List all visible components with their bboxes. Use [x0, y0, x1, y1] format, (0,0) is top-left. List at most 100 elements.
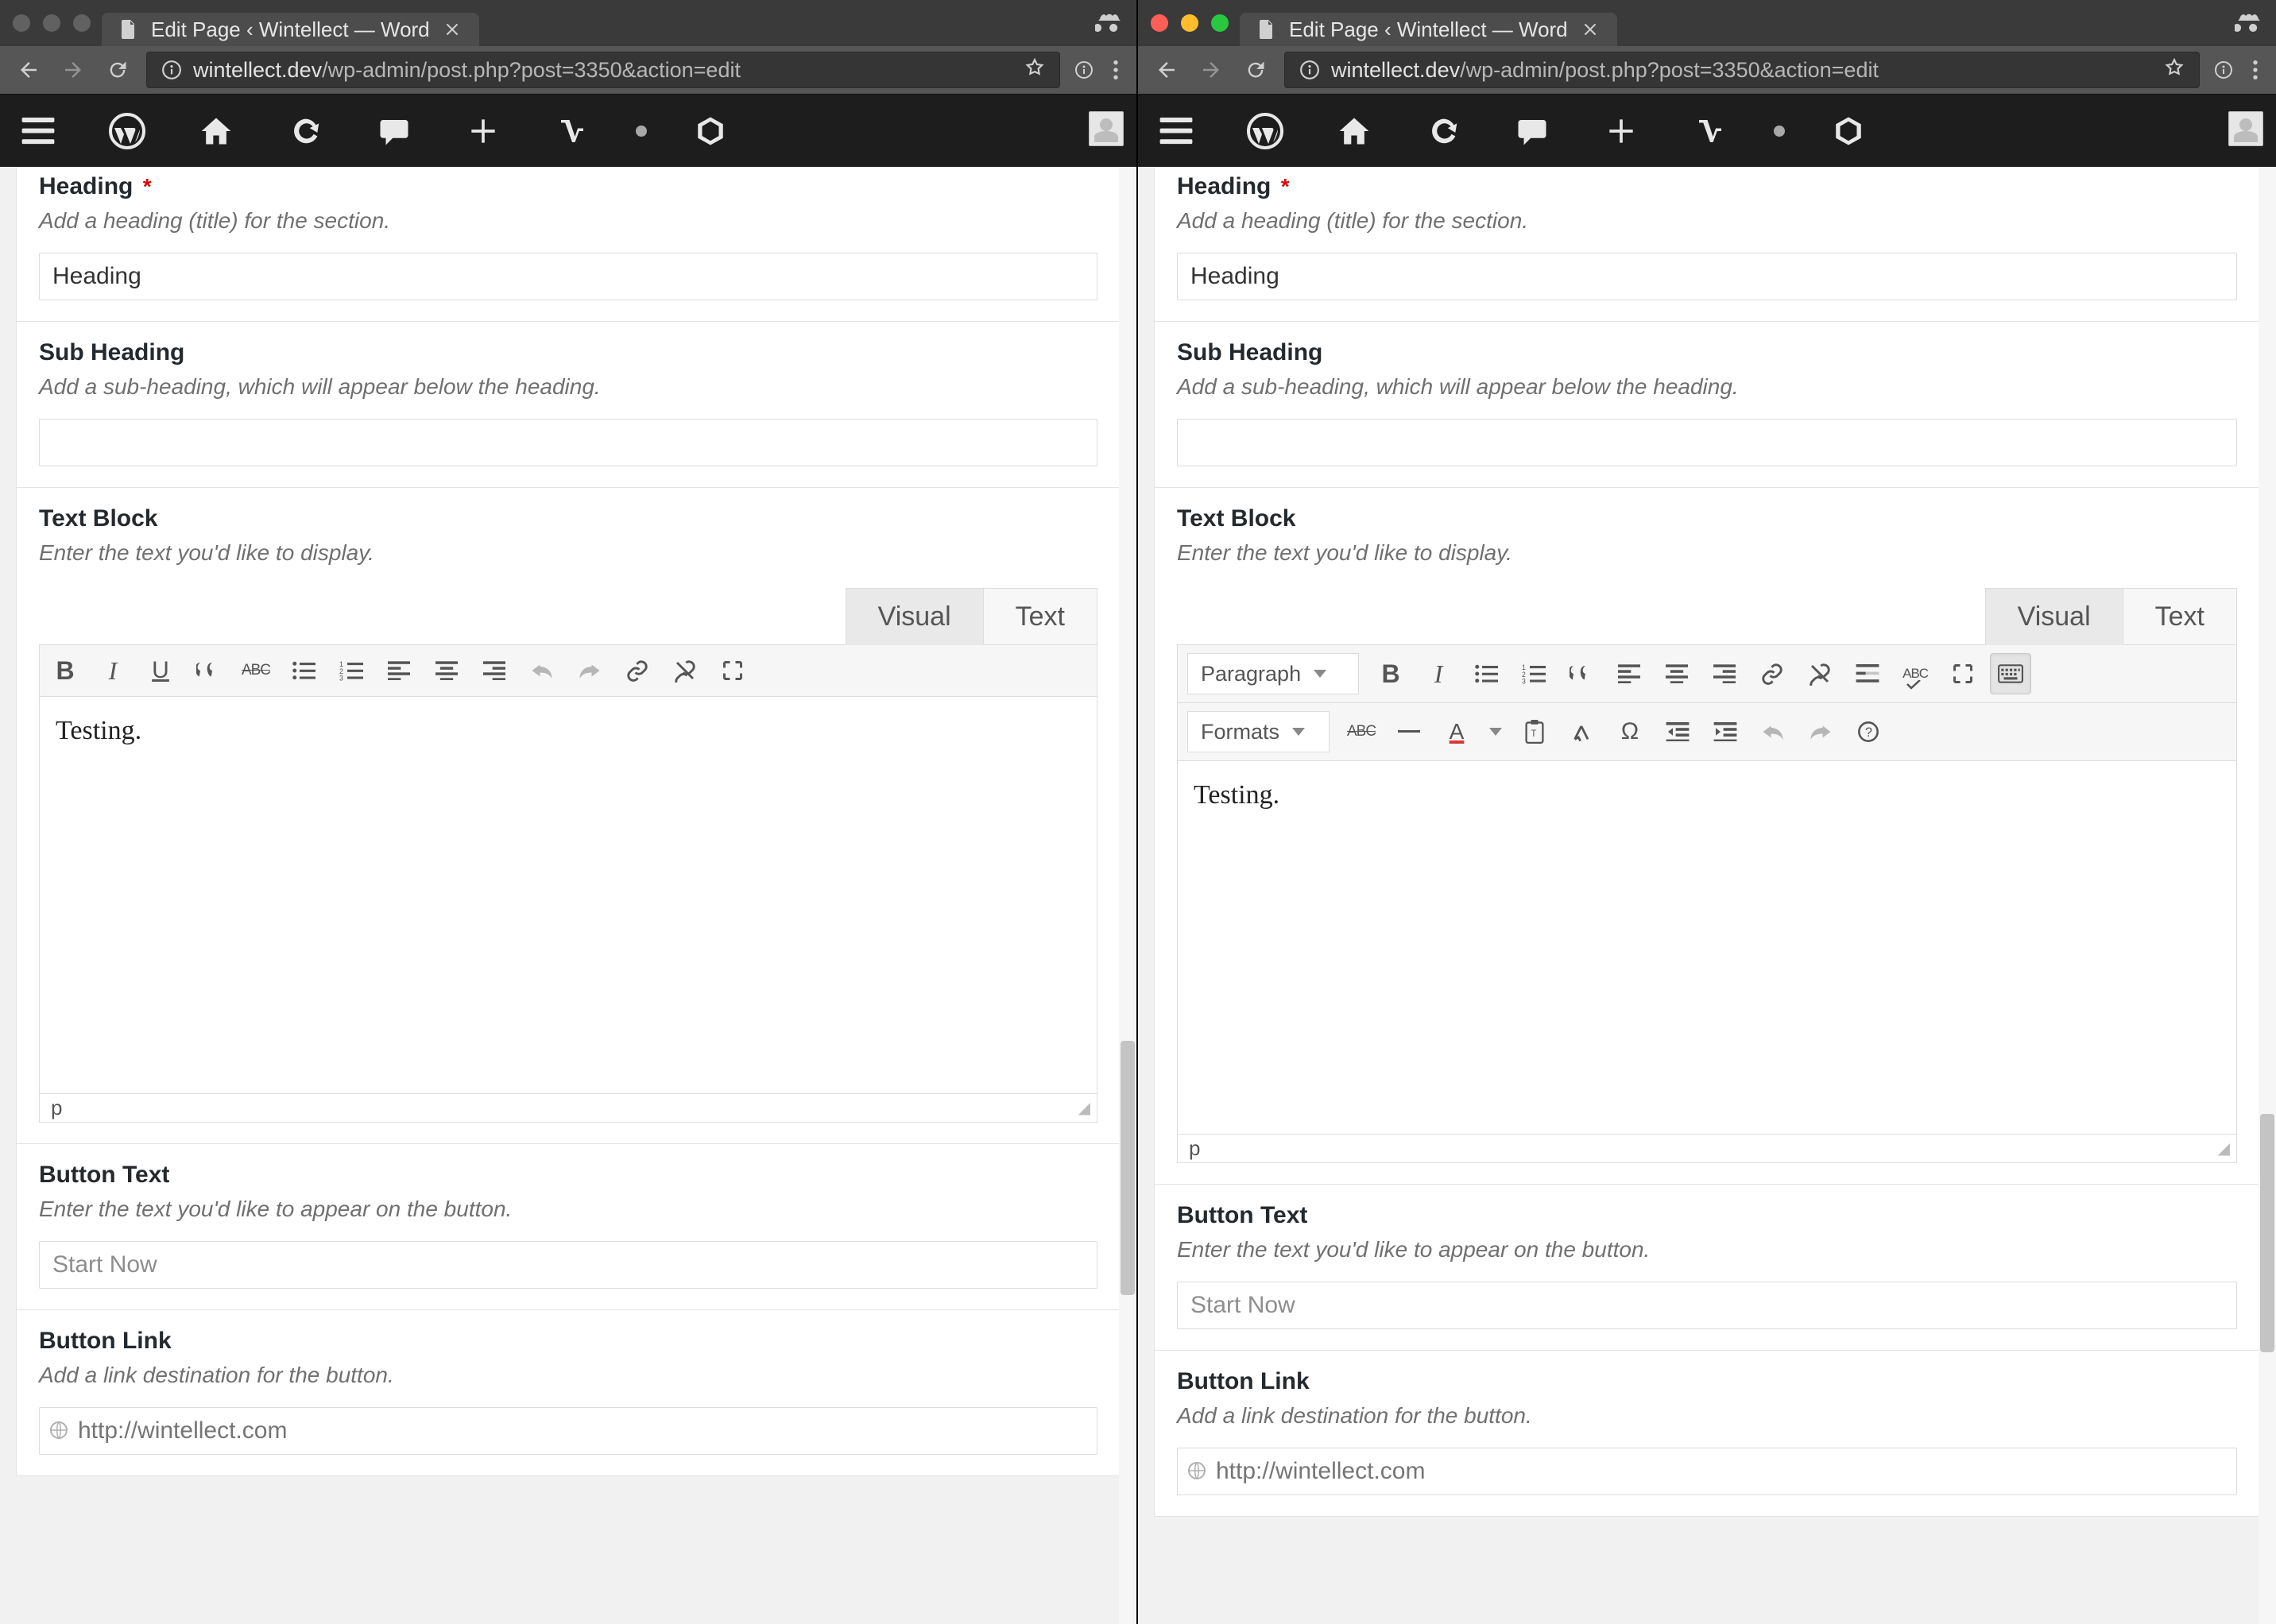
home-icon[interactable] — [1329, 106, 1380, 157]
strikethrough-button[interactable]: ABC — [1341, 711, 1382, 752]
updates-icon[interactable] — [280, 106, 331, 157]
spellcheck-button[interactable]: ABC — [1895, 653, 1936, 694]
plugin-icon[interactable] — [1823, 106, 1874, 157]
clear-format-button[interactable] — [1562, 711, 1603, 752]
underline-button[interactable]: U — [140, 650, 181, 691]
fullscreen-button[interactable] — [712, 650, 753, 691]
tab-text[interactable]: Text — [2123, 588, 2237, 645]
back-button[interactable] — [1151, 54, 1183, 86]
close-window-icon[interactable] — [1151, 14, 1168, 32]
undo-button[interactable] — [521, 650, 563, 691]
scrollbar-thumb[interactable] — [1121, 1041, 1135, 1295]
close-window-icon[interactable] — [13, 14, 30, 32]
button-link-input[interactable] — [1216, 1458, 2227, 1485]
user-avatar-icon[interactable] — [1089, 111, 1124, 146]
reload-button[interactable] — [1240, 54, 1272, 86]
bullet-list-button[interactable] — [283, 650, 324, 691]
numbered-list-button[interactable]: 123 — [331, 650, 372, 691]
bookmark-star-icon[interactable] — [2164, 57, 2185, 83]
editor-body[interactable]: Testing. — [1177, 761, 2237, 1135]
align-center-button[interactable] — [426, 650, 467, 691]
minimize-window-icon[interactable] — [1181, 14, 1198, 32]
tab-visual[interactable]: Visual — [1985, 588, 2123, 645]
button-link-input[interactable] — [78, 1417, 1087, 1444]
comments-icon[interactable] — [1507, 106, 1558, 157]
wordpress-logo-icon[interactable] — [1240, 106, 1291, 157]
subheading-input[interactable] — [1177, 419, 2237, 466]
maximize-window-icon[interactable] — [73, 14, 91, 32]
button-text-input[interactable] — [39, 1241, 1097, 1289]
site-info-icon[interactable] — [2212, 54, 2235, 86]
indent-button[interactable] — [1705, 711, 1746, 752]
plugin-icon[interactable] — [685, 106, 736, 157]
browser-tab[interactable]: Edit Page ‹ Wintellect — Word — [102, 13, 479, 46]
fullscreen-button[interactable] — [1942, 653, 1984, 694]
home-icon[interactable] — [191, 106, 242, 157]
align-left-button[interactable] — [1608, 653, 1650, 694]
hamburger-menu-icon[interactable] — [1151, 106, 1202, 157]
info-icon[interactable] — [161, 60, 182, 80]
maximize-window-icon[interactable] — [1211, 14, 1229, 32]
subheading-input[interactable] — [39, 419, 1097, 466]
tab-text[interactable]: Text — [984, 588, 1097, 645]
back-button[interactable] — [13, 54, 45, 86]
align-right-button[interactable] — [1704, 653, 1745, 694]
tab-visual[interactable]: Visual — [846, 588, 984, 645]
comments-icon[interactable] — [369, 106, 420, 157]
heading-input[interactable] — [1177, 253, 2237, 300]
hamburger-menu-icon[interactable] — [13, 106, 64, 157]
blockquote-button[interactable] — [1561, 653, 1602, 694]
info-icon[interactable] — [1299, 60, 1320, 80]
italic-button[interactable]: I — [92, 650, 134, 691]
scrollbar[interactable] — [1119, 167, 1136, 1624]
reload-button[interactable] — [102, 54, 134, 86]
heading-input[interactable] — [39, 253, 1097, 300]
editor-body[interactable]: Testing. — [39, 697, 1097, 1094]
strikethrough-button[interactable]: ABC — [235, 650, 277, 691]
paragraph-select[interactable]: Paragraph — [1187, 653, 1359, 694]
keyboard-toggle-button[interactable] — [1990, 653, 2031, 694]
bookmark-star-icon[interactable] — [1024, 57, 1045, 83]
seo-icon[interactable] — [547, 106, 598, 157]
site-info-icon[interactable] — [1073, 54, 1095, 86]
add-new-icon[interactable] — [1596, 106, 1647, 157]
align-left-button[interactable] — [378, 650, 420, 691]
text-color-button[interactable]: A — [1436, 711, 1477, 752]
numbered-list-button[interactable]: 123 — [1513, 653, 1554, 694]
link-button[interactable] — [1752, 653, 1793, 694]
user-avatar-icon[interactable] — [2228, 111, 2263, 146]
button-text-input[interactable] — [1177, 1282, 2237, 1329]
formats-select[interactable]: Formats — [1187, 711, 1330, 752]
minimize-window-icon[interactable] — [43, 14, 60, 32]
browser-menu-icon[interactable] — [1108, 54, 1124, 86]
italic-button[interactable]: I — [1418, 653, 1459, 694]
bullet-list-button[interactable] — [1465, 653, 1507, 694]
horizontal-rule-button[interactable] — [1388, 711, 1430, 752]
scrollbar-thumb[interactable] — [2260, 1114, 2274, 1352]
scrollbar[interactable] — [2259, 167, 2276, 1624]
redo-button[interactable] — [1800, 711, 1841, 752]
bold-button[interactable]: B — [45, 650, 86, 691]
text-color-picker-button[interactable] — [1484, 711, 1508, 752]
resize-handle-icon[interactable]: ◢ — [2218, 1144, 2225, 1154]
add-new-icon[interactable] — [458, 106, 509, 157]
unlink-button[interactable] — [664, 650, 706, 691]
resize-handle-icon[interactable]: ◢ — [1078, 1104, 1086, 1113]
undo-button[interactable] — [1752, 711, 1794, 752]
link-button[interactable] — [617, 650, 658, 691]
forward-button[interactable] — [57, 54, 89, 86]
blockquote-button[interactable] — [188, 650, 229, 691]
forward-button[interactable] — [1195, 54, 1227, 86]
url-bar[interactable]: wintellect.dev/wp-admin/post.php?post=33… — [1284, 52, 2200, 88]
unlink-button[interactable] — [1799, 653, 1841, 694]
browser-tab[interactable]: Edit Page ‹ Wintellect — Word — [1240, 13, 1617, 46]
updates-icon[interactable] — [1418, 106, 1469, 157]
close-tab-icon[interactable] — [443, 20, 462, 39]
seo-icon[interactable] — [1685, 106, 1736, 157]
close-tab-icon[interactable] — [1581, 20, 1600, 39]
bold-button[interactable]: B — [1370, 653, 1411, 694]
paste-text-button[interactable]: T — [1514, 711, 1555, 752]
align-center-button[interactable] — [1656, 653, 1697, 694]
browser-menu-icon[interactable] — [2247, 54, 2263, 86]
url-bar[interactable]: wintellect.dev/wp-admin/post.php?post=33… — [146, 52, 1060, 88]
